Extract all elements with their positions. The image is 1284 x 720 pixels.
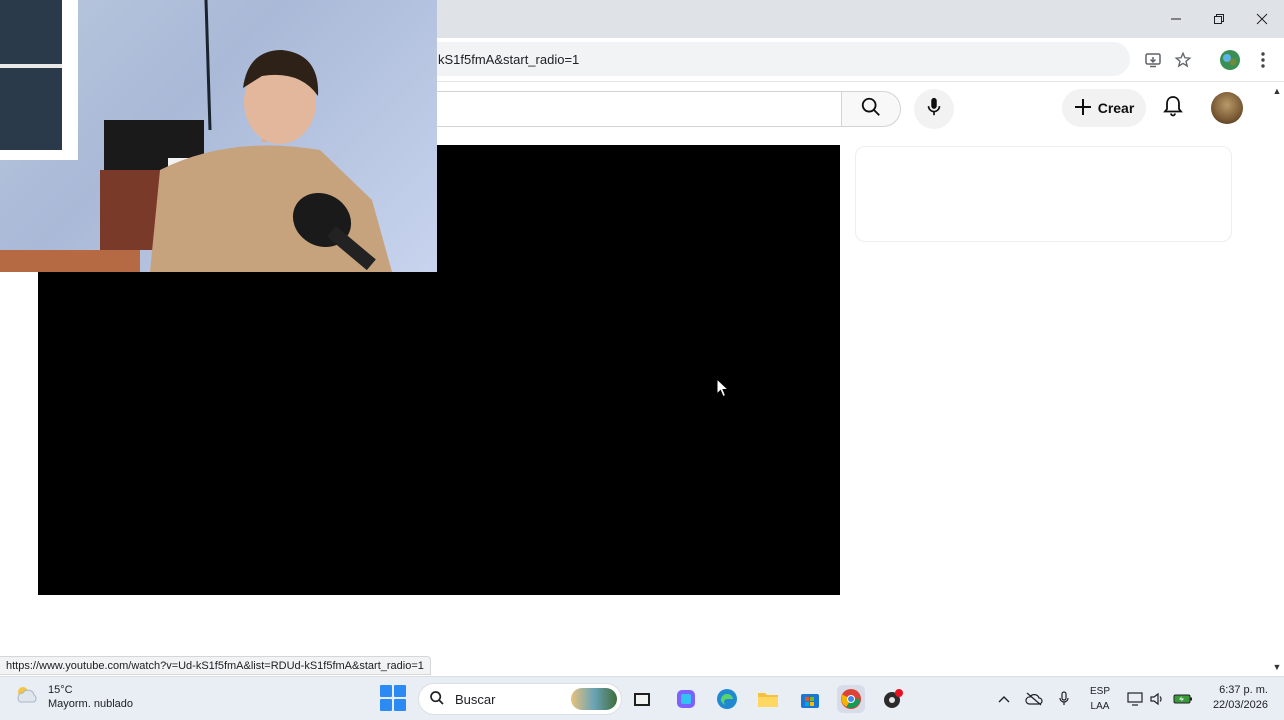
search-icon [429,690,445,709]
language-code: ESP [1089,686,1110,697]
windows-taskbar: 15°C Mayorm. nublado Buscar ESP LAA 6:37… [0,676,1284,720]
search-highlight-image [571,688,617,710]
battery-charging-icon[interactable] [1172,687,1194,711]
status-url-bubble: https://www.youtube.com/watch?v=Ud-kS1f5… [0,656,431,675]
volume-icon[interactable] [1148,687,1166,711]
account-avatar[interactable] [1211,92,1243,124]
create-button[interactable]: Crear [1062,89,1146,127]
voice-search-button[interactable] [914,89,954,129]
mouse-cursor-icon [716,377,730,403]
weather-description: Mayorm. nublado [48,698,133,710]
bell-icon [1163,95,1183,122]
webcam-overlay [0,0,437,272]
copilot-icon[interactable] [672,685,700,713]
mic-icon [925,97,943,122]
address-text: kS1f5fmA&start_radio=1 [438,51,580,67]
language-indicator[interactable]: ESP LAA [1086,684,1114,714]
keyboard-layout: LAA [1090,701,1110,712]
show-hidden-icons-chevron-icon[interactable] [996,687,1012,711]
onedrive-offline-icon[interactable] [1024,687,1044,711]
file-explorer-icon[interactable] [754,685,782,713]
profile-icon[interactable] [1216,46,1244,74]
address-bar[interactable]: kS1f5fmA&start_radio=1 [420,42,1130,76]
bookmark-star-icon[interactable] [1169,46,1197,74]
search-button[interactable] [841,91,901,127]
recording-app-icon[interactable] [879,685,907,713]
taskbar-search-placeholder: Buscar [455,691,496,707]
scroll-up-icon[interactable]: ▲ [1270,84,1284,98]
notifications-button[interactable] [1156,91,1190,125]
windows-start-icon[interactable] [380,685,406,711]
microphone-tray-icon[interactable] [1056,687,1072,711]
weather-temperature: 15°C [48,684,73,696]
clock-date: 22/03/2026 [1212,699,1268,711]
edge-browser-icon[interactable] [713,685,741,713]
plus-icon [1074,98,1092,119]
minimize-icon[interactable] [1156,6,1196,32]
clock-time: 6:37 p. m. [1219,684,1268,696]
taskbar-search-box[interactable]: Buscar [418,683,622,715]
search-icon [860,96,882,123]
weather-widget[interactable]: 15°C Mayorm. nublado [14,683,133,711]
display-icon[interactable] [1126,687,1144,711]
install-app-icon[interactable] [1139,46,1167,74]
close-icon[interactable] [1242,6,1282,32]
cloud-icon [14,684,40,711]
search-input[interactable] [420,91,842,127]
chrome-browser-icon[interactable] [837,685,865,713]
task-view-icon[interactable] [628,685,656,713]
restore-icon[interactable] [1199,6,1239,32]
clock[interactable]: 6:37 p. m. 22/03/2026 [1204,683,1268,713]
side-panel-card [855,146,1232,242]
more-menu-icon[interactable] [1249,46,1277,74]
microsoft-store-icon[interactable] [796,685,824,713]
scroll-down-icon[interactable]: ▼ [1270,660,1284,674]
create-label: Crear [1097,100,1135,116]
